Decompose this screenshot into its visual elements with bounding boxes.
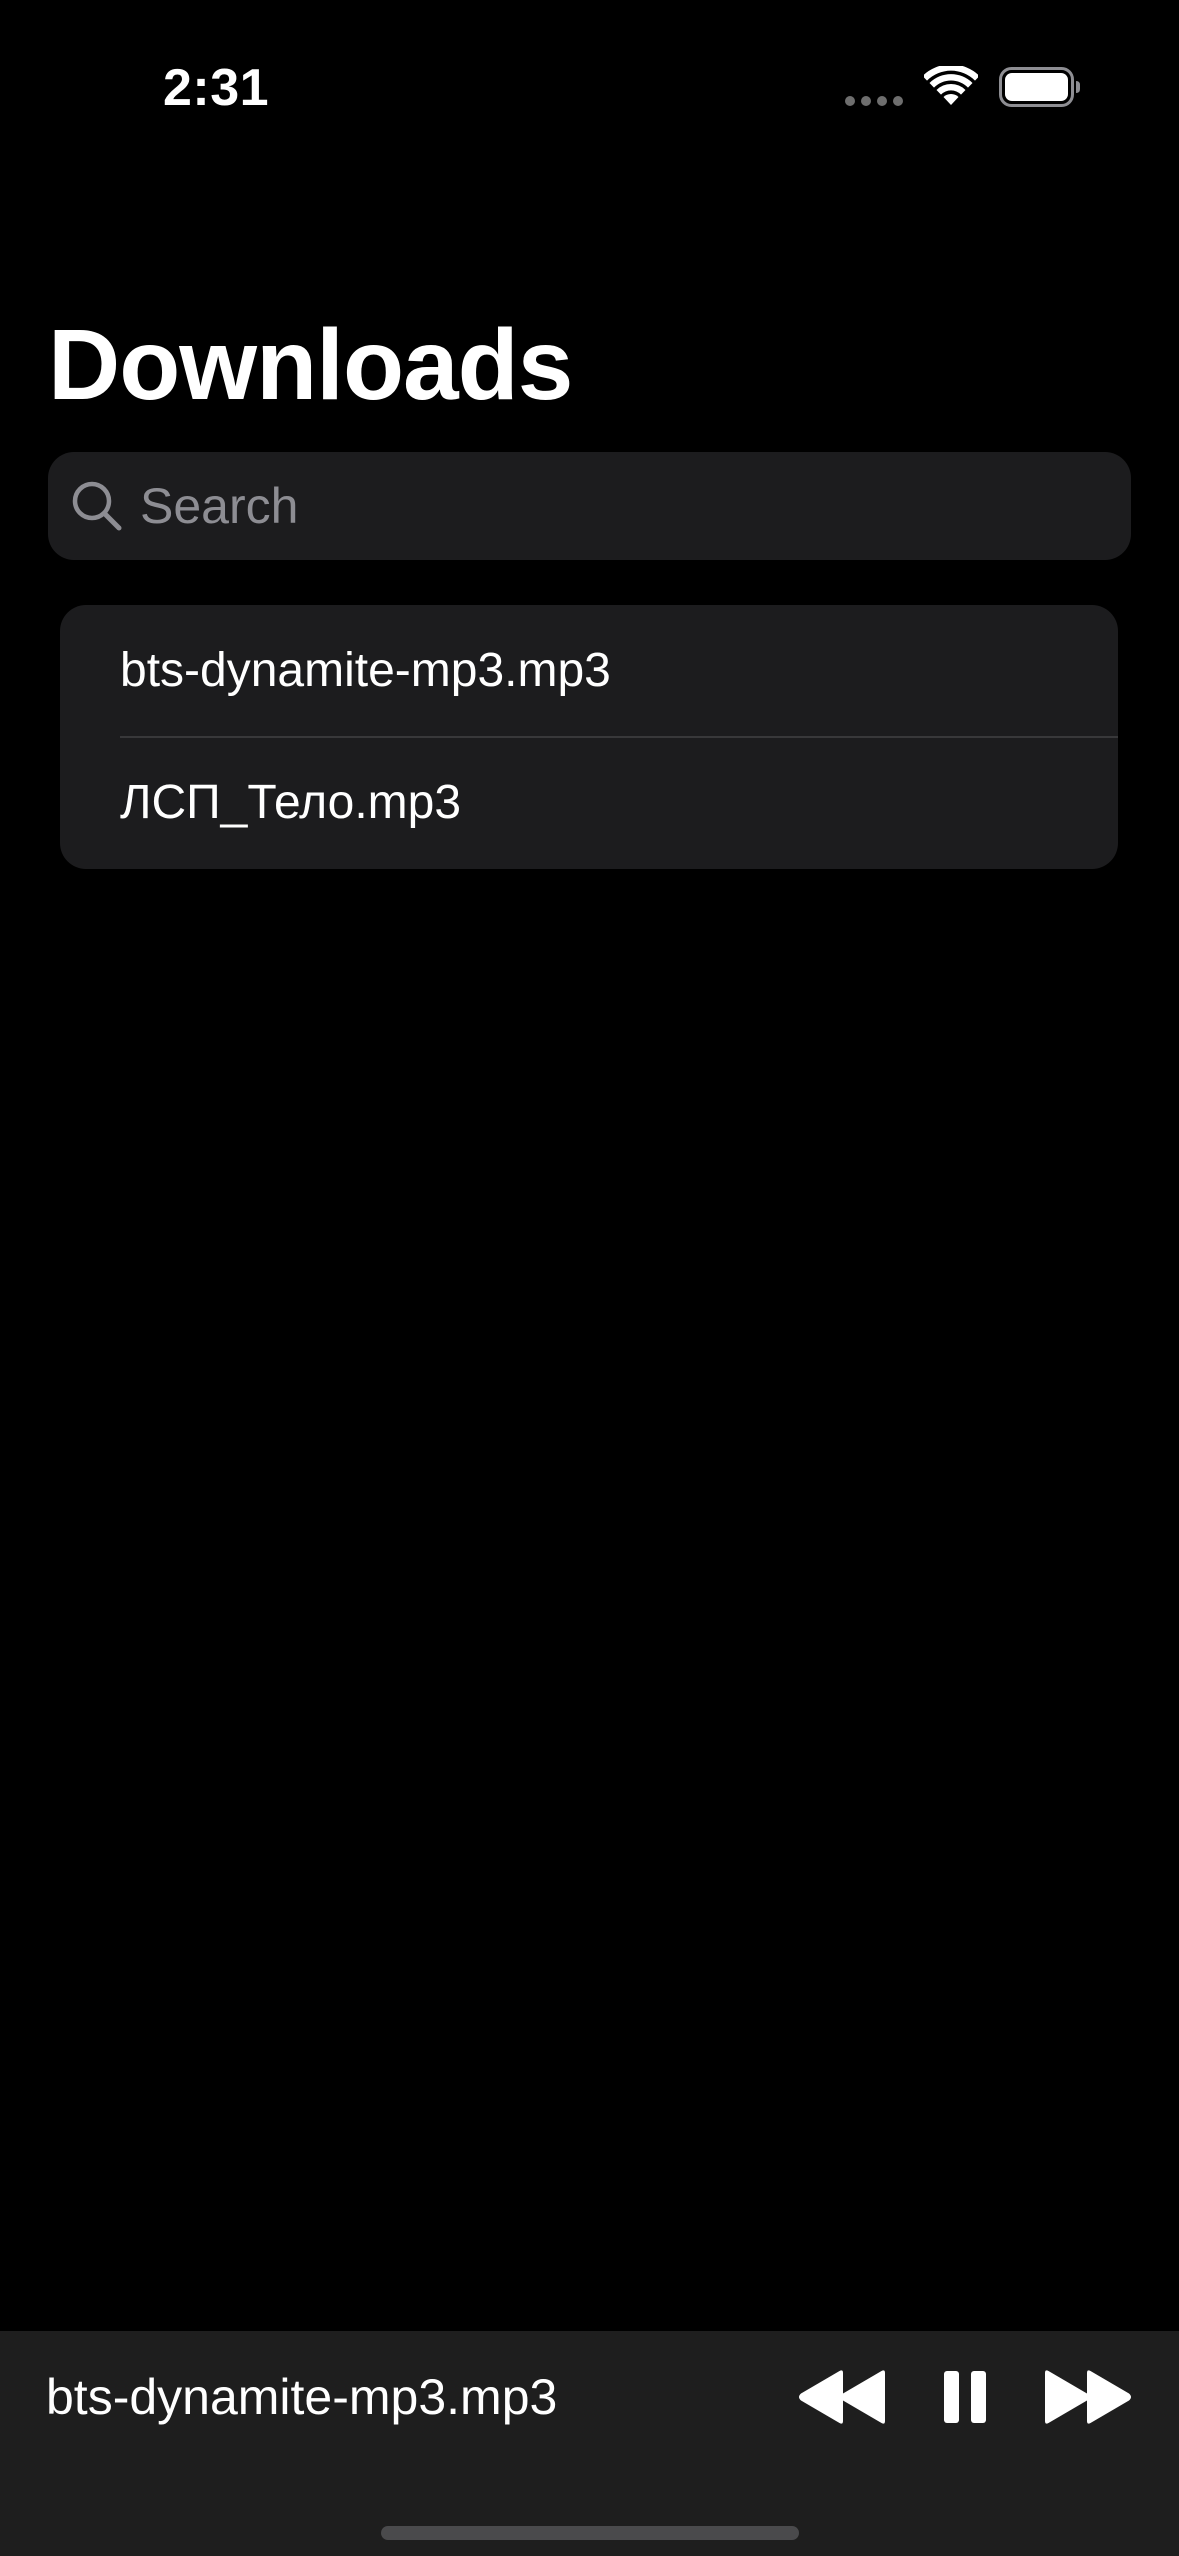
fast-forward-icon[interactable]: [1043, 2369, 1135, 2425]
wifi-icon: [924, 66, 978, 105]
search-bar[interactable]: [48, 452, 1131, 560]
list-item[interactable]: bts-dynamite-mp3.mp3: [60, 605, 1118, 738]
search-input[interactable]: [140, 452, 1100, 560]
battery-icon: [999, 67, 1080, 107]
rewind-icon[interactable]: [797, 2369, 887, 2425]
cellular-signal-icon: [845, 96, 903, 106]
page-title: Downloads: [48, 309, 573, 421]
mini-player: bts-dynamite-mp3.mp3: [0, 2331, 1179, 2556]
status-bar: 2:31: [0, 0, 1179, 170]
now-playing-title[interactable]: bts-dynamite-mp3.mp3: [46, 2359, 557, 2435]
status-time: 2:31: [163, 59, 270, 117]
file-name: ЛСП_Тело.mp3: [120, 776, 462, 829]
search-icon: [72, 481, 122, 531]
downloads-list: bts-dynamite-mp3.mp3 ЛСП_Тело.mp3: [60, 605, 1118, 869]
home-indicator: [381, 2526, 799, 2540]
file-name: bts-dynamite-mp3.mp3: [120, 644, 611, 697]
list-item[interactable]: ЛСП_Тело.mp3: [60, 737, 1118, 869]
pause-icon[interactable]: [943, 2369, 987, 2425]
